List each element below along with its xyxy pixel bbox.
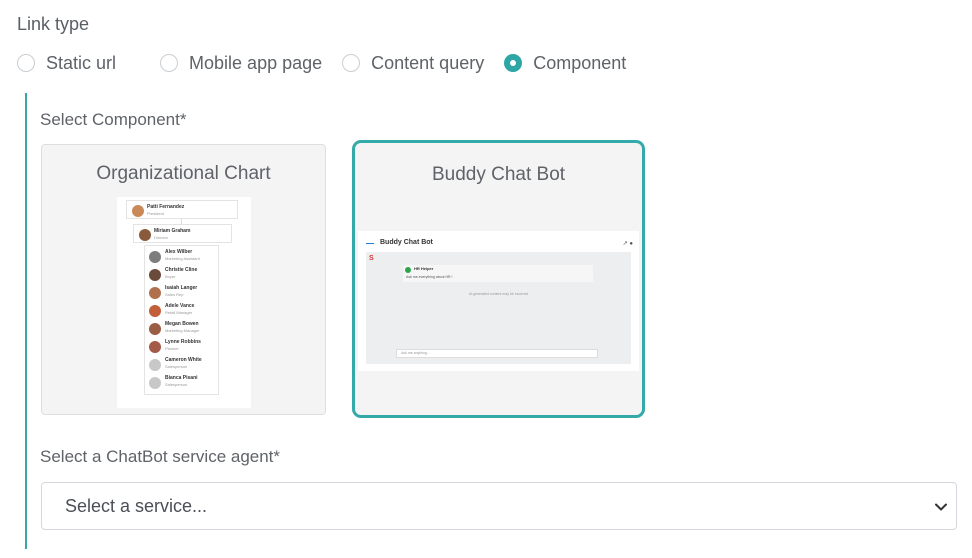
avatar-placeholder <box>149 377 161 389</box>
org-member-name: Lynne Robbins <box>165 339 201 345</box>
radio-component[interactable]: Component <box>504 53 626 74</box>
org-node-name: Miriam Graham <box>154 228 191 234</box>
org-member-name: Bianca Pisani <box>165 375 198 381</box>
org-member-role: Marketing Assistant <box>165 256 200 261</box>
org-member: Bianca Pisani Salesperson <box>149 375 219 391</box>
radio-content-query[interactable]: Content query <box>342 53 484 74</box>
org-node-president: Patti Fernandez President <box>126 200 238 219</box>
org-member: Alex Wilber Marketing Assistant <box>149 249 219 265</box>
link-type-label: Link type <box>17 14 90 34</box>
org-node-role: Director <box>154 235 169 240</box>
org-member-name: Megan Bowen <box>165 321 199 327</box>
avatar <box>139 229 151 241</box>
avatar <box>132 205 144 217</box>
org-node-name: Patti Fernandez <box>147 204 185 210</box>
org-member: Megan Bowen Marketing Manager <box>149 321 219 337</box>
org-member-role: Retail Manager <box>165 310 193 315</box>
preview-accent-line <box>366 243 374 244</box>
radio-label: Component <box>533 52 627 73</box>
bot-message-text: Ask me everything about HR ! <box>406 275 453 279</box>
avatar <box>149 323 161 335</box>
component-card-organizational-chart[interactable]: Organizational Chart Patti Fernandez Pre… <box>41 144 326 415</box>
preview-input: Ask me anything... <box>396 349 598 358</box>
select-value: Select a service... <box>65 496 208 516</box>
org-member-name: Christie Cline <box>165 267 198 273</box>
radio-static-url[interactable]: Static url <box>17 53 116 74</box>
org-member-role: Sales Rep <box>165 292 184 297</box>
preview-input-placeholder: Ask me anything... <box>401 351 430 355</box>
org-member-name: Isaiah Langer <box>165 285 198 291</box>
radio-circle[interactable] <box>342 54 361 72</box>
radio-circle[interactable] <box>17 54 35 72</box>
org-member: Cameron White Salesperson <box>149 357 219 373</box>
radio-label: Content query <box>371 52 485 73</box>
avatar <box>149 305 161 317</box>
avatar <box>149 269 161 281</box>
section-indicator-line <box>25 93 27 549</box>
org-member: Lynne Robbins Planner <box>149 339 219 355</box>
card-title: Organizational Chart <box>96 163 271 184</box>
avatar <box>149 251 161 263</box>
preview-disclaimer: AI-generated content may be incorrect <box>468 292 529 296</box>
preview-title: Buddy Chat Bot <box>380 239 433 246</box>
org-member-role: Planner <box>165 346 179 351</box>
org-member-name: Alex Wilber <box>165 249 193 255</box>
bot-name: HR Helper <box>414 266 434 271</box>
org-chart-preview-image: Patti Fernandez President Miriam Graham … <box>117 197 251 408</box>
radio-mobile-app-page[interactable]: Mobile app page <box>160 53 322 74</box>
preview-window-icons: ↗ ● <box>622 241 633 247</box>
avatar <box>149 341 161 353</box>
radio-label: Mobile app page <box>189 52 323 73</box>
radio-circle-checked[interactable] <box>504 54 523 72</box>
chat-bot-preview-image: Buddy Chat Bot ↗ ● S HR Helper Ask me ev… <box>358 231 639 371</box>
logo-icon: S <box>369 255 374 262</box>
radio-circle[interactable] <box>160 54 179 72</box>
org-node-role: President <box>147 211 164 216</box>
avatar-placeholder <box>149 359 161 371</box>
avatar <box>149 287 161 299</box>
chevron-down-icon <box>935 503 947 511</box>
org-member-name: Adele Vance <box>165 303 195 309</box>
org-member-role: Salesperson <box>165 382 188 387</box>
org-member: Christie Cline Buyer <box>149 267 219 283</box>
chatbot-service-select[interactable]: Select a service... <box>41 482 957 530</box>
org-member: Isaiah Langer Sales Rep <box>149 285 219 301</box>
org-member-name: Cameron White <box>165 357 202 363</box>
org-members-list: Alex Wilber Marketing Assistant Christie… <box>144 245 219 395</box>
radio-label: Static url <box>46 52 117 73</box>
chatbot-agent-label: Select a ChatBot service agent* <box>40 447 281 466</box>
component-card-buddy-chat-bot[interactable]: Buddy Chat Bot Buddy Chat Bot ↗ ● S HR H… <box>352 140 645 418</box>
link-type-radio-group: Static url Mobile app page Content query… <box>17 52 626 74</box>
org-member-role: Buyer <box>165 274 176 279</box>
org-member: Adele Vance Retail Manager <box>149 303 219 319</box>
card-title: Buddy Chat Bot <box>431 164 566 185</box>
org-node-director: Miriam Graham Director <box>133 224 232 243</box>
org-member-role: Salesperson <box>165 364 188 369</box>
preview-chat-area: S HR Helper Ask me everything about HR !… <box>366 252 631 364</box>
select-component-label: Select Component* <box>40 110 187 129</box>
bot-avatar-icon <box>405 267 411 273</box>
preview-bot-message: HR Helper Ask me everything about HR ! <box>403 265 593 282</box>
org-member-role: Marketing Manager <box>165 328 200 333</box>
